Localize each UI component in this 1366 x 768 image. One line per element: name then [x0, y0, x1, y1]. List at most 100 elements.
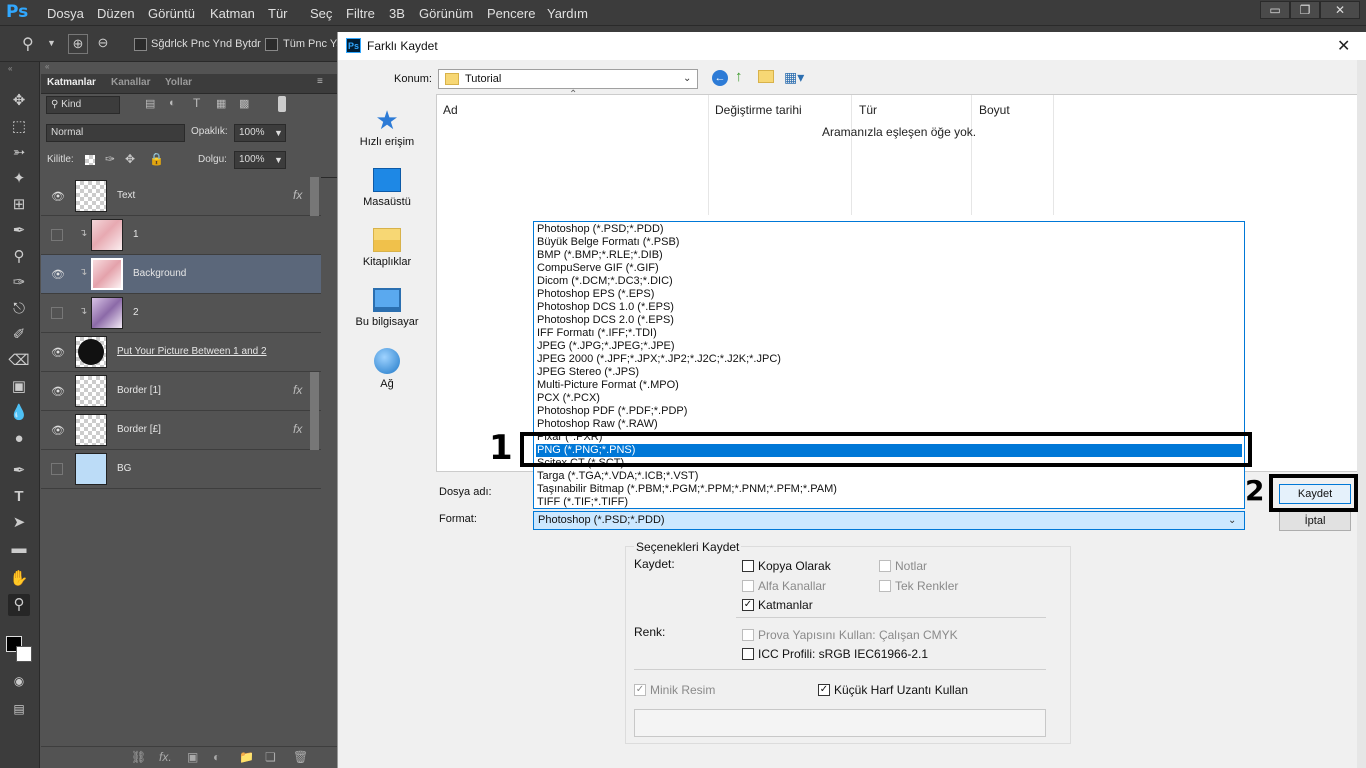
- tab-layers[interactable]: Katmanlar: [47, 77, 96, 88]
- place-libraries[interactable]: Kitaplıklar: [344, 228, 430, 268]
- visibility-eye-icon[interactable]: 👁: [51, 268, 65, 281]
- alpha-channels-checkbox[interactable]: [742, 580, 754, 592]
- spot-colors-checkbox[interactable]: [879, 580, 891, 592]
- layer-row-text[interactable]: 👁 Text fx: [41, 177, 321, 216]
- view-menu-icon[interactable]: ▦▾: [784, 69, 804, 86]
- pixel-filter-icon[interactable]: ▤: [145, 97, 155, 110]
- zoom-tool-icon-active[interactable]: ⚲: [8, 594, 30, 616]
- fill-chevron-down-icon[interactable]: ▼: [274, 151, 283, 169]
- lock-pixels-icon[interactable]: ✑: [105, 152, 115, 166]
- layers-checkbox[interactable]: ✓: [742, 599, 754, 611]
- format-option[interactable]: Photoshop DCS 1.0 (*.EPS): [536, 301, 1242, 314]
- panel-menu-icon[interactable]: ≡: [317, 76, 323, 87]
- format-option[interactable]: Multi-Picture Format (*.MPO): [536, 379, 1242, 392]
- lowercase-extension-checkbox[interactable]: ✓: [818, 684, 830, 696]
- format-option[interactable]: JPEG Stereo (*.JPS): [536, 366, 1242, 379]
- place-this-pc[interactable]: Bu bilgisayar: [344, 288, 430, 328]
- format-option[interactable]: Photoshop (*.PSD;*.PDD): [536, 223, 1242, 236]
- icc-profile-checkbox[interactable]: [742, 648, 754, 660]
- format-option[interactable]: Photoshop PDF (*.PDF;*.PDP): [536, 405, 1242, 418]
- cancel-button[interactable]: İptal: [1279, 511, 1351, 531]
- menu-duzen[interactable]: Düzen: [97, 6, 135, 21]
- format-option[interactable]: Photoshop Raw (*.RAW): [536, 418, 1242, 431]
- zoom-in-icon[interactable]: ⊕: [68, 34, 88, 54]
- marquee-tool-icon[interactable]: ⬚: [8, 116, 30, 138]
- brush-tool-icon[interactable]: ✑: [8, 272, 30, 294]
- location-chevron-down-icon[interactable]: ⌄: [683, 70, 691, 88]
- move-tool-icon[interactable]: ✥: [8, 90, 30, 112]
- healing-brush-tool-icon[interactable]: ⚲: [8, 246, 30, 268]
- format-option[interactable]: TIFF (*.TIF;*.TIFF): [536, 496, 1242, 508]
- back-arrow-icon[interactable]: ←: [712, 70, 728, 86]
- adjustment-filter-icon[interactable]: ◐: [169, 97, 176, 109]
- visibility-eye-icon[interactable]: 👁: [51, 385, 65, 398]
- format-option[interactable]: CompuServe GIF (*.GIF): [536, 262, 1242, 275]
- dodge-tool-icon[interactable]: ●: [8, 428, 30, 450]
- format-option[interactable]: BMP (*.BMP;*.RLE;*.DIB): [536, 249, 1242, 262]
- location-combo[interactable]: Tutorial ⌄: [438, 69, 698, 89]
- tool-preset-chevron-down-icon[interactable]: ▼: [47, 38, 56, 48]
- layer-row-bg[interactable]: BG: [41, 450, 321, 489]
- menu-pencere[interactable]: Pencere: [487, 6, 535, 21]
- column-size[interactable]: Boyut: [979, 103, 1010, 117]
- layer-row-2[interactable]: ↴ 2: [41, 294, 321, 333]
- collapse-chevron-icon[interactable]: «: [8, 64, 12, 73]
- add-style-icon[interactable]: fx.: [159, 750, 172, 764]
- new-group-icon[interactable]: 📁: [239, 750, 254, 764]
- smart-object-filter-icon[interactable]: ▩: [239, 97, 249, 110]
- adjustment-layer-icon[interactable]: ◐: [213, 750, 220, 764]
- menu-tur[interactable]: Tür: [268, 6, 288, 21]
- hand-tool-icon[interactable]: ✋: [8, 568, 30, 590]
- menu-goruntu[interactable]: Görüntü: [148, 6, 195, 21]
- column-type[interactable]: Tür: [859, 103, 877, 117]
- visibility-empty-box[interactable]: [51, 229, 63, 241]
- eraser-tool-icon[interactable]: ⌫: [8, 350, 30, 372]
- panel-collapse-icon[interactable]: «: [45, 62, 49, 71]
- opacity-chevron-down-icon[interactable]: ▼: [274, 124, 283, 142]
- column-date-modified[interactable]: Değiştirme tarihi: [715, 103, 802, 117]
- layer-fx-icon[interactable]: fx: [293, 383, 302, 397]
- layer-row-put-your-picture[interactable]: 👁 Put Your Picture Between 1 and 2: [41, 333, 321, 372]
- format-option[interactable]: PCX (*.PCX): [536, 392, 1242, 405]
- visibility-eye-icon[interactable]: 👁: [51, 190, 65, 203]
- format-option[interactable]: JPEG (*.JPG;*.JPEG;*.JPE): [536, 340, 1242, 353]
- new-layer-icon[interactable]: ❏: [265, 750, 276, 764]
- layer-row-border-1[interactable]: 👁 Border [1] fx: [41, 372, 321, 411]
- menu-sec[interactable]: Seç: [310, 6, 332, 21]
- minimize-button[interactable]: ▭: [1260, 1, 1290, 19]
- proof-setup-checkbox[interactable]: [742, 629, 754, 641]
- format-option[interactable]: Photoshop DCS 2.0 (*.EPS): [536, 314, 1242, 327]
- place-quick-access[interactable]: ★ Hızlı erişim: [344, 107, 430, 148]
- effects-expand-handle[interactable]: [310, 372, 319, 411]
- format-option[interactable]: IFF Formatı (*.IFF;*.TDI): [536, 327, 1242, 340]
- rectangle-tool-icon[interactable]: ▬: [8, 538, 30, 560]
- link-layers-icon[interactable]: ⛓: [131, 750, 146, 764]
- layer-row-border-2[interactable]: 👁 Border [£] fx: [41, 411, 321, 450]
- place-desktop[interactable]: Masaüstü: [344, 168, 430, 208]
- type-tool-icon[interactable]: T: [8, 486, 30, 508]
- menu-katman[interactable]: Katman: [210, 6, 255, 21]
- format-chevron-down-icon[interactable]: ⌄: [1228, 512, 1236, 529]
- effects-expand-handle[interactable]: [310, 177, 319, 216]
- menu-filtre[interactable]: Filtre: [346, 6, 375, 21]
- zoom-out-icon[interactable]: ⊖: [93, 34, 113, 54]
- visibility-empty-box[interactable]: [51, 463, 63, 475]
- format-option[interactable]: Taşınabilir Bitmap (*.PBM;*.PGM;*.PPM;*.…: [536, 483, 1242, 496]
- format-option[interactable]: Photoshop EPS (*.EPS): [536, 288, 1242, 301]
- menu-dosya[interactable]: Dosya: [47, 6, 84, 21]
- lock-all-icon[interactable]: 🔒: [149, 152, 164, 166]
- tab-channels[interactable]: Kanallar: [111, 77, 150, 88]
- up-folder-icon[interactable]: ↑: [735, 68, 743, 85]
- new-folder-icon[interactable]: [758, 70, 774, 83]
- place-network[interactable]: Ağ: [344, 348, 430, 390]
- magic-wand-tool-icon[interactable]: ✦: [8, 168, 30, 190]
- add-mask-icon[interactable]: ▣: [187, 750, 198, 764]
- zoom-tool-icon[interactable]: ⚲: [22, 34, 34, 54]
- pen-tool-icon[interactable]: ✒: [8, 460, 30, 482]
- history-brush-tool-icon[interactable]: ✐: [8, 324, 30, 346]
- layer-row-1[interactable]: ↴ 1: [41, 216, 321, 255]
- visibility-eye-icon[interactable]: 👁: [51, 424, 65, 437]
- format-option[interactable]: Dicom (*.DCM;*.DC3;*.DIC): [536, 275, 1242, 288]
- type-filter-icon[interactable]: T: [193, 96, 200, 110]
- thumbnail-checkbox[interactable]: ✓: [634, 684, 646, 696]
